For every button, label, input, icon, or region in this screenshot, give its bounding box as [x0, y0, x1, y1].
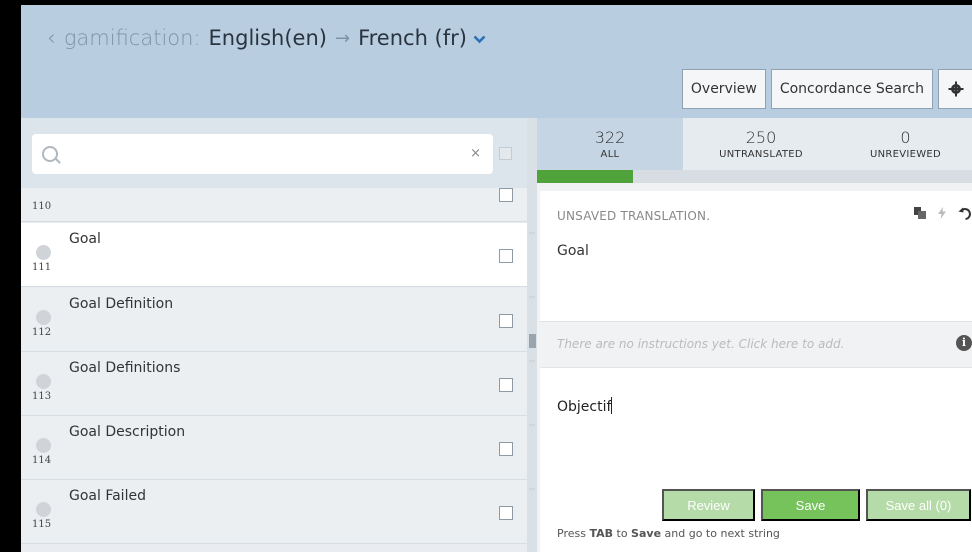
status-dot	[36, 502, 51, 517]
clear-search-icon[interactable]: ×	[470, 146, 481, 161]
hint-tab-key: TAB	[589, 527, 613, 540]
hint-to: to	[616, 527, 628, 540]
splitter-grip	[529, 360, 535, 362]
tab-all-label: ALL	[600, 149, 620, 160]
project-title-bar: ‹ gamification: English(en) → French (fr…	[21, 5, 972, 71]
toolbar: Overview Concordance Search	[681, 69, 972, 109]
splitter-grip	[529, 232, 535, 234]
tab-unreviewed[interactable]: 0 UNREVIEWED	[839, 118, 972, 170]
source-language: English(en)	[208, 26, 327, 50]
string-list-panel: × 110 Goal 111 Goal Definition 112 Goal …	[21, 118, 527, 552]
hint-press: Press	[557, 527, 586, 540]
instructions-text[interactable]: There are no instructions yet. Click her…	[557, 337, 844, 351]
header: ‹ gamification: English(en) → French (fr…	[21, 5, 972, 118]
search-input[interactable]: ×	[32, 134, 493, 174]
splitter-handle[interactable]	[529, 334, 536, 348]
list-item[interactable]: 110	[21, 188, 527, 222]
source-actions	[914, 207, 972, 225]
translation-editor-app: ‹ gamification: English(en) → French (fr…	[0, 0, 972, 552]
action-buttons: Review Save Save all (0)	[537, 489, 971, 521]
concordance-search-button[interactable]: Concordance Search	[770, 69, 933, 109]
filter-tabs: 322 ALL 250 UNTRANSLATED 0 UNREVIEWED	[537, 118, 972, 170]
row-checkbox[interactable]	[499, 378, 513, 392]
list-item[interactable]: Goal Definition 112	[21, 288, 527, 352]
string-label: Goal Definitions	[69, 360, 181, 376]
review-button[interactable]: Review	[662, 489, 755, 521]
translation-textarea[interactable]: Objectif	[540, 367, 972, 552]
select-all-checkbox[interactable]	[499, 147, 512, 160]
string-label: Goal Definition	[69, 296, 174, 312]
settings-gear-icon[interactable]	[938, 69, 972, 109]
string-label: Goal	[69, 231, 101, 247]
tab-unreviewed-count: 0	[900, 128, 911, 147]
overview-button[interactable]: Overview	[681, 69, 766, 109]
search-icon	[42, 146, 58, 162]
string-number: 115	[32, 519, 52, 530]
copy-source-icon[interactable]	[914, 207, 926, 225]
tab-untranslated-label: UNTRANSLATED	[719, 149, 803, 160]
translation-input[interactable]: Objectif	[557, 397, 613, 415]
hint-save: Save	[631, 527, 662, 540]
row-checkbox[interactable]	[499, 314, 513, 328]
tab-all-count: 322	[594, 128, 626, 147]
translation-status: UNSAVED TRANSLATION.	[557, 209, 711, 223]
row-checkbox[interactable]	[499, 249, 513, 263]
target-language[interactable]: French (fr)	[358, 26, 467, 50]
status-dot	[36, 438, 51, 453]
text-cursor	[611, 397, 613, 414]
row-checkbox[interactable]	[499, 506, 513, 520]
source-text: Goal	[557, 243, 589, 259]
save-button[interactable]: Save	[761, 489, 860, 521]
back-chevron-icon[interactable]: ‹	[47, 26, 56, 51]
string-number: 111	[32, 262, 52, 273]
tab-untranslated-count: 250	[745, 128, 777, 147]
chevron-down-icon[interactable]	[473, 29, 486, 48]
editor-panel: 322 ALL 250 UNTRANSLATED 0 UNREVIEWED UN…	[537, 118, 972, 552]
list-item[interactable]: Goal Definitions 113	[21, 352, 527, 416]
hint-rest: and go to next string	[664, 527, 780, 540]
string-label: Goal Failed	[69, 488, 146, 504]
source-string-box: UNSAVED TRANSLATION. Goal	[540, 191, 972, 321]
arrow-right-icon: →	[334, 27, 351, 49]
tab-untranslated[interactable]: 250 UNTRANSLATED	[683, 118, 839, 170]
lightning-icon[interactable]	[938, 207, 946, 225]
list-item[interactable]: Goal Description 114	[21, 416, 527, 480]
info-icon[interactable]: i	[956, 335, 972, 351]
row-checkbox[interactable]	[499, 442, 513, 456]
string-number: 110	[32, 201, 52, 212]
string-label: Goal Description	[69, 424, 186, 440]
string-number: 113	[32, 391, 52, 402]
undo-icon[interactable]	[958, 207, 972, 225]
tab-all[interactable]: 322 ALL	[537, 118, 683, 170]
string-list: 110 Goal 111 Goal Definition 112 Goal De…	[21, 188, 527, 552]
string-number: 114	[32, 455, 52, 466]
progress-fill	[537, 170, 633, 183]
progress-bar	[537, 170, 972, 183]
search-bar: ×	[21, 118, 527, 188]
splitter-grip	[529, 424, 535, 426]
splitter-grip	[529, 296, 535, 298]
status-dot	[36, 310, 51, 325]
instructions-bar[interactable]: There are no instructions yet. Click her…	[540, 321, 972, 367]
list-item-active[interactable]: Goal 111	[21, 223, 527, 287]
keyboard-hint: Press TAB to Save and go to next string	[557, 527, 780, 540]
list-item[interactable]: Goal Failed 115	[21, 480, 527, 544]
row-checkbox[interactable]	[499, 188, 513, 202]
translation-value: Objectif	[557, 399, 612, 415]
tab-unreviewed-label: UNREVIEWED	[869, 149, 942, 160]
status-dot	[36, 245, 51, 260]
status-dot	[36, 374, 51, 389]
save-all-button[interactable]: Save all (0)	[866, 489, 971, 521]
string-number: 112	[32, 327, 52, 338]
splitter-grip	[529, 488, 535, 490]
project-name: gamification:	[63, 26, 201, 50]
